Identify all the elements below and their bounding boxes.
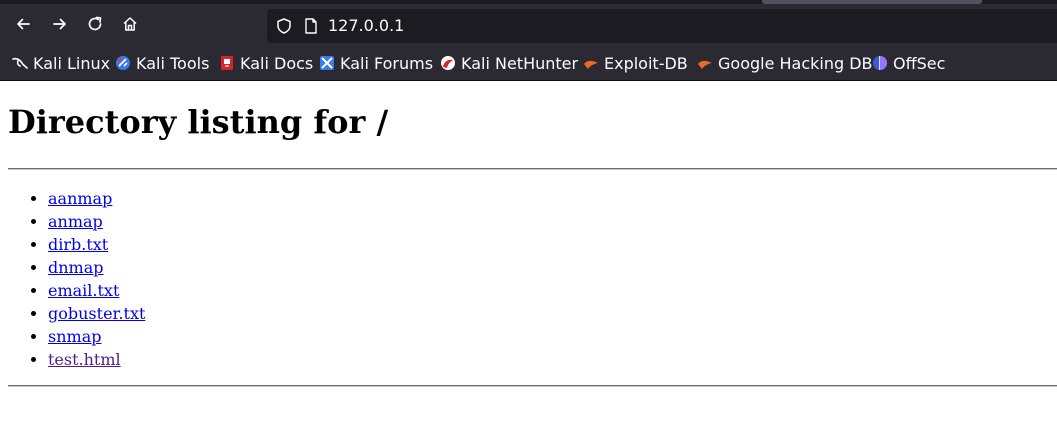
bookmark-offsec[interactable]: OffSec [872, 53, 945, 73]
url-text[interactable]: 127.0.0.1 [328, 16, 404, 35]
bookmark-label: Kali Linux [33, 53, 111, 73]
list-item: anmap [48, 210, 145, 233]
forward-button[interactable] [44, 8, 76, 40]
file-link[interactable]: aanmap [48, 189, 112, 208]
kali-tools-icon [116, 56, 130, 70]
bookmark-exploit-db[interactable]: Exploit-DB [583, 53, 688, 73]
back-button[interactable] [7, 8, 39, 40]
bookmark-google-hacking-db[interactable]: Google Hacking DB [697, 53, 873, 73]
bookmark-kali-linux[interactable]: Kali Linux [12, 53, 110, 73]
list-item: test.html [48, 348, 145, 371]
list-item: gobuster.txt [48, 302, 145, 325]
bookmark-label: Kali Forums [340, 53, 434, 73]
file-link[interactable]: email.txt [48, 281, 119, 300]
page-title: Directory listing for / [8, 103, 389, 141]
bookmark-kali-docs[interactable]: Kali Docs [219, 53, 313, 73]
list-item: aanmap [48, 187, 145, 210]
home-icon [123, 17, 137, 31]
list-item: dirb.txt [48, 233, 145, 256]
kali-dragon-icon [12, 57, 28, 69]
list-item: snmap [48, 325, 145, 348]
file-link[interactable]: anmap [48, 212, 103, 231]
reload-icon [88, 16, 102, 31]
bookmark-label: Google Hacking DB [718, 53, 873, 73]
reload-button[interactable] [79, 8, 111, 40]
kali-forums-icon [320, 56, 334, 70]
file-link[interactable]: dnmap [48, 258, 104, 277]
kali-nethunter-icon [441, 56, 455, 70]
list-item: dnmap [48, 256, 145, 279]
bookmark-label: Kali Tools [136, 53, 210, 73]
bookmarks-toolbar: Kali Linux Kali Tools Kali Docs Kali For… [0, 46, 1057, 80]
bookmark-kali-nethunter[interactable]: Kali NetHunter [440, 53, 578, 73]
navigation-bar: 127.0.0.1 [0, 6, 1057, 46]
tab-edge[interactable] [762, 0, 982, 4]
file-link[interactable]: dirb.txt [48, 235, 108, 254]
horizontal-rule [8, 385, 1057, 387]
forward-arrow-icon [53, 18, 66, 30]
bookmark-label: Kali NetHunter [461, 53, 579, 73]
horizontal-rule [8, 168, 1057, 170]
bookmark-label: Exploit-DB [604, 53, 688, 73]
page-content: Directory listing for / aanmap anmap dirb.… [0, 81, 1057, 447]
file-list: aanmap anmap dirb.txt dnmap email.txt gobuste… [8, 187, 145, 371]
bookmark-label: OffSec [893, 53, 946, 73]
bookmark-kali-tools[interactable]: Kali Tools [115, 53, 209, 73]
google-hacking-db-icon [698, 60, 712, 69]
bookmark-label: Kali Docs [240, 53, 314, 73]
file-link[interactable]: snmap [48, 327, 101, 346]
exploit-db-icon [584, 60, 598, 69]
page-info-icon[interactable] [303, 17, 319, 35]
bookmark-kali-forums[interactable]: Kali Forums [319, 53, 433, 73]
home-button[interactable] [114, 8, 146, 40]
tracking-protection-shield-icon[interactable] [275, 17, 293, 35]
browser-toolbar: 127.0.0.1 Kali Linux Kali Tools Kali Doc… [0, 0, 1057, 81]
back-arrow-icon [17, 18, 30, 30]
file-link[interactable]: gobuster.txt [48, 304, 145, 323]
offsec-icon [873, 56, 887, 70]
list-item: email.txt [48, 279, 145, 302]
file-link[interactable]: test.html [48, 350, 121, 369]
kali-docs-icon [221, 56, 233, 70]
address-bar[interactable]: 127.0.0.1 [267, 9, 1057, 43]
